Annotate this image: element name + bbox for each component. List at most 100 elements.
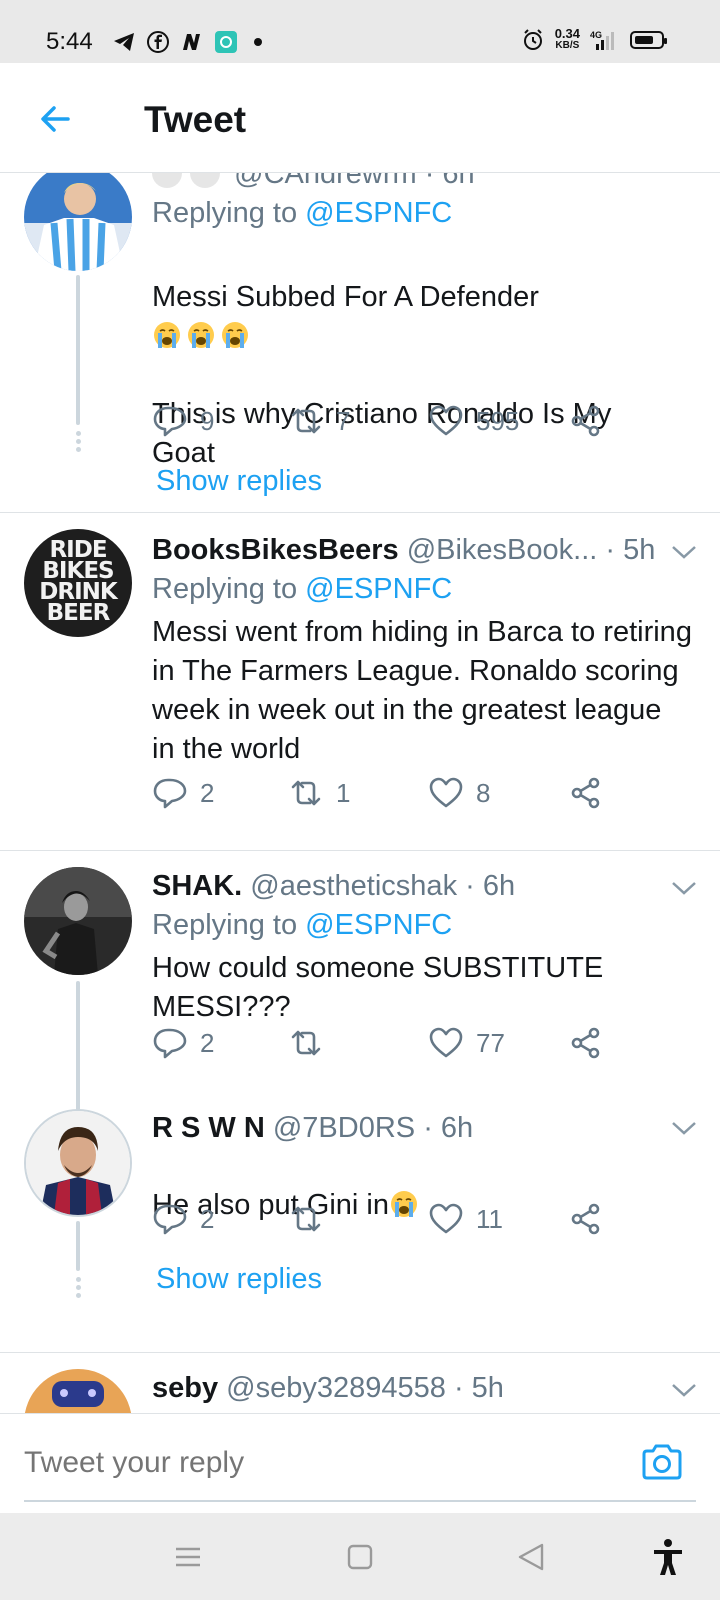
tweet-author-name[interactable]: BooksBikesBeers xyxy=(152,534,399,566)
reply-count: 9 xyxy=(200,405,215,436)
show-replies-link[interactable]: Show replies xyxy=(156,1263,322,1296)
crying-face-emoji xyxy=(222,322,248,348)
replies-feed[interactable]: @CAndrewrm · 6h Replying to @ESPNFC Mess… xyxy=(0,173,720,1413)
tweet-actions: 9 7 595 xyxy=(152,403,672,443)
reply-count: 2 xyxy=(200,777,215,808)
like-count: 11 xyxy=(476,1203,503,1234)
avatar[interactable] xyxy=(24,1109,132,1217)
share-button[interactable] xyxy=(568,1201,604,1237)
camera-icon[interactable] xyxy=(640,1442,684,1482)
tweet-time: · 6h xyxy=(423,1112,474,1144)
share-button[interactable] xyxy=(568,775,604,811)
replying-handle-link[interactable]: @ESPNFC xyxy=(305,197,452,229)
tweet-handle[interactable]: @7BD0RS xyxy=(273,1112,415,1144)
share-icon xyxy=(571,1203,600,1235)
tweet-handle[interactable]: @CAndrewrm xyxy=(234,173,417,190)
crying-face-emoji xyxy=(188,322,214,348)
replying-handle-link[interactable]: @ESPNFC xyxy=(305,573,452,605)
tweet-text: How could someone SUBSTITUTE MESSI??? xyxy=(152,952,604,1023)
telegram-icon xyxy=(114,33,134,51)
top-app-bar: Tweet xyxy=(0,63,720,173)
net-speed-value: 0.34 xyxy=(554,26,580,41)
home-square-icon[interactable] xyxy=(340,1537,380,1577)
tweet-handle[interactable]: @aestheticshak xyxy=(250,870,457,902)
net-speed: 0.34 KB/S xyxy=(554,26,580,52)
comment-icon xyxy=(153,1028,187,1059)
blurred-name xyxy=(152,173,182,188)
replying-to: Replying to @ESPNFC xyxy=(152,193,680,233)
like-button[interactable]: 77 xyxy=(428,1025,505,1061)
accessibility-icon[interactable] xyxy=(648,1537,688,1577)
tweet-meta: SHAK. @aestheticshak · 6h xyxy=(152,867,680,905)
retweet-button[interactable] xyxy=(288,1201,336,1237)
chevron-down-icon[interactable] xyxy=(670,1381,698,1399)
tweet-author-name[interactable]: seby xyxy=(152,1372,218,1404)
like-button[interactable]: 8 xyxy=(428,775,490,811)
avatar[interactable] xyxy=(24,1369,132,1413)
chevron-down-icon[interactable] xyxy=(670,1119,698,1137)
reply-input-underline xyxy=(24,1500,696,1502)
thread-dots xyxy=(74,1277,82,1301)
tweet-handle[interactable]: @BikesBook... xyxy=(407,534,598,566)
avatar[interactable]: RIDE BIKES DRINK BEER xyxy=(24,529,132,637)
retweet-button[interactable] xyxy=(288,1025,336,1061)
like-button[interactable]: 595 xyxy=(428,403,519,439)
like-button[interactable]: 11 xyxy=(428,1201,503,1237)
comment-icon xyxy=(153,1204,187,1235)
heart-icon xyxy=(429,1027,463,1058)
avatar[interactable] xyxy=(24,173,132,271)
chevron-down-icon[interactable] xyxy=(670,543,698,561)
retweet-icon xyxy=(291,1206,321,1232)
share-icon xyxy=(571,777,600,809)
blurred-name xyxy=(190,173,221,188)
tweet-meta: BooksBikesBeers @BikesBook... · 5h xyxy=(152,531,680,569)
tweet-item[interactable]: @CAndrewrm · 6h Replying to @ESPNFC Mess… xyxy=(0,173,720,503)
retweet-button[interactable]: 7 xyxy=(288,403,350,439)
replying-label: Replying to xyxy=(152,197,298,229)
dot-icon xyxy=(254,38,262,46)
tweet-author-name[interactable]: R S W N xyxy=(152,1112,265,1144)
battery-icon xyxy=(630,31,667,49)
back-triangle-icon[interactable] xyxy=(512,1537,552,1577)
replying-label: Replying to xyxy=(152,909,298,941)
show-replies-link[interactable]: Show replies xyxy=(156,465,322,498)
retweet-button[interactable]: 1 xyxy=(288,775,350,811)
retweet-icon xyxy=(291,408,321,434)
chevron-down-icon[interactable] xyxy=(670,879,698,897)
tweet-time: · 6h xyxy=(465,870,516,902)
tweet-text: Messi went from hiding in Barca to retir… xyxy=(152,616,692,765)
arrow-left-icon[interactable] xyxy=(36,99,76,139)
share-button[interactable] xyxy=(568,1025,604,1061)
tweet-item[interactable]: seby @seby32894558 · 5h xyxy=(0,1353,720,1413)
tweet-time: · 5h xyxy=(453,1372,504,1404)
reply-button[interactable]: 9 xyxy=(152,403,214,439)
retweet-count: 1 xyxy=(336,777,351,808)
tweet-author-name[interactable]: SHAK. xyxy=(152,870,242,902)
tweet-item[interactable]: R S W N @7BD0RS · 6h He also put Gini in… xyxy=(0,1109,720,1339)
share-button[interactable] xyxy=(568,403,604,439)
tweet-actions: 2 1 8 xyxy=(152,775,672,815)
reply-button[interactable]: 2 xyxy=(152,1025,214,1061)
status-bar: 5:44 0.34 KB/S 4G xyxy=(0,0,720,63)
tweet-item[interactable]: RIDE BIKES DRINK BEER BooksBikesBeers @B… xyxy=(0,513,720,843)
tweet-handle[interactable]: @seby32894558 xyxy=(226,1372,446,1404)
thread-dots xyxy=(74,431,82,455)
replying-handle-link[interactable]: @ESPNFC xyxy=(305,909,452,941)
comment-icon xyxy=(153,406,187,437)
reply-input[interactable] xyxy=(24,1446,584,1480)
tweet-content: seby @seby32894558 · 5h xyxy=(152,1369,680,1407)
thread-line xyxy=(76,981,80,1111)
avatar[interactable] xyxy=(24,867,132,975)
tweet-content: BooksBikesBeers @BikesBook... · 5h Reply… xyxy=(152,531,692,769)
alarm-icon xyxy=(523,29,542,50)
tweet-time: · 6h xyxy=(424,173,475,190)
menu-icon[interactable] xyxy=(168,1537,208,1577)
reply-button[interactable]: 2 xyxy=(152,775,214,811)
reply-button[interactable]: 2 xyxy=(152,1201,214,1237)
tweet-item[interactable]: SHAK. @aestheticshak · 6h Replying to @E… xyxy=(0,851,720,1111)
heart-icon xyxy=(429,777,463,808)
status-icons-left xyxy=(112,30,262,54)
page-title: Tweet xyxy=(144,99,247,140)
like-count: 595 xyxy=(476,405,520,436)
network-label: 4G xyxy=(590,30,602,40)
